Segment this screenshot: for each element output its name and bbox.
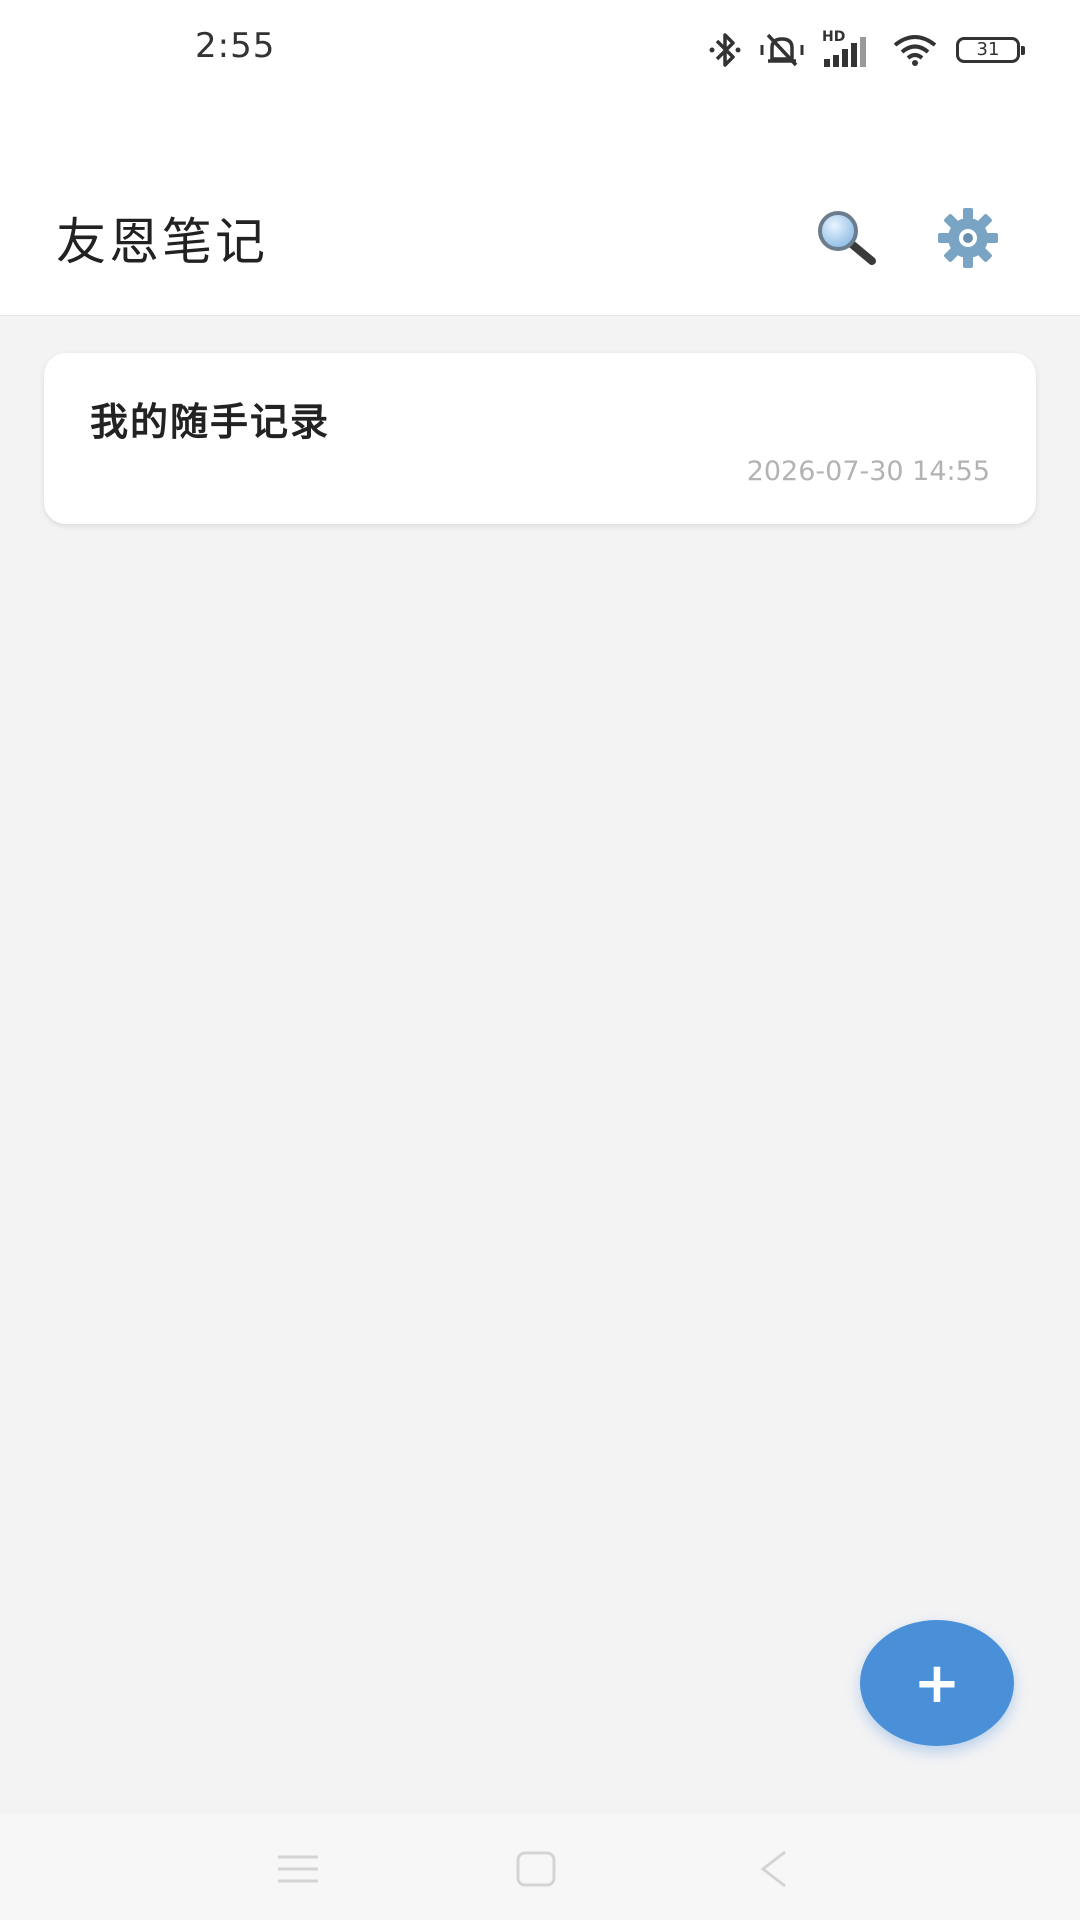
- search-icon: [818, 211, 876, 265]
- battery-icon: 31: [956, 37, 1025, 63]
- status-time: 2:55: [195, 26, 276, 66]
- settings-button[interactable]: [930, 200, 1006, 276]
- nav-home-button[interactable]: [506, 1844, 566, 1894]
- gear-icon: [938, 208, 998, 268]
- screen: 2:55 HD 31 友恩笔记 我的随手记录 2026-07-30 14:55 …: [0, 0, 1080, 1920]
- signal-indicator: HD: [822, 29, 874, 69]
- nav-back-button[interactable]: [744, 1844, 804, 1894]
- app-header: 友恩笔记: [0, 100, 1080, 316]
- navigation-bar: [0, 1814, 1080, 1920]
- bluetooth-icon: [709, 33, 741, 67]
- home-icon: [516, 1851, 556, 1887]
- wifi-icon: [893, 35, 937, 66]
- add-note-button[interactable]: +: [860, 1620, 1014, 1746]
- note-title: 我的随手记录: [90, 400, 331, 444]
- note-card[interactable]: 我的随手记录 2026-07-30 14:55: [44, 353, 1036, 524]
- menu-icon: [278, 1855, 318, 1883]
- search-button[interactable]: [808, 200, 884, 276]
- note-timestamp: 2026-07-30 14:55: [746, 456, 990, 487]
- signal-icon: [824, 37, 866, 67]
- status-bar: 2:55 HD 31: [0, 0, 1080, 100]
- mute-bell-icon: [760, 33, 804, 67]
- nav-menu-button[interactable]: [268, 1844, 328, 1894]
- app-title: 友恩笔记: [56, 213, 268, 271]
- back-icon: [760, 1850, 786, 1888]
- status-icons: HD 31: [708, 28, 1025, 72]
- plus-icon: +: [913, 1650, 961, 1716]
